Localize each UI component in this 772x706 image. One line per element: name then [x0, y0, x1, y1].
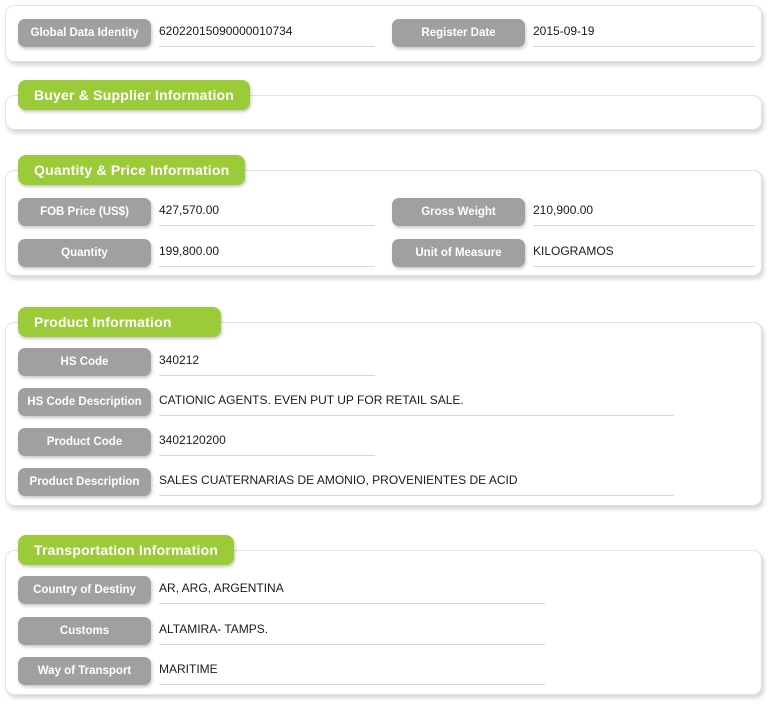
field-label-global-data-identity: Global Data Identity	[18, 19, 151, 47]
field-value-gross-weight[interactable]: 210,900.00	[533, 198, 755, 226]
trade-record-document: Global Data Identity 6202201509000001073…	[0, 0, 772, 706]
field-value-fob-price[interactable]: 427,570.00	[159, 198, 375, 226]
field-value-register-date[interactable]: 2015-09-19	[533, 19, 755, 47]
field-label-way-of-transport: Way of Transport	[18, 657, 151, 685]
field-label-product-description: Product Description	[18, 468, 151, 496]
field-label-customs: Customs	[18, 617, 151, 645]
field-value-customs[interactable]: ALTAMIRA- TAMPS.	[159, 617, 545, 645]
field-value-global-data-identity[interactable]: 62022015090000010734	[159, 19, 375, 47]
field-label-hs-code-description: HS Code Description	[18, 388, 151, 416]
section-title-transportation-information: Transportation Information	[18, 535, 235, 565]
field-value-hs-code-description[interactable]: CATIONIC AGENTS. EVEN PUT UP FOR RETAIL …	[159, 388, 674, 416]
field-label-quantity: Quantity	[18, 239, 151, 267]
section-title-product-information: Product Information	[18, 307, 221, 337]
field-label-fob-price: FOB Price (US$)	[18, 198, 151, 226]
field-value-country-of-destiny[interactable]: AR, ARG, ARGENTINA	[159, 576, 545, 604]
section-title-buyer-supplier: Buyer & Supplier Information	[18, 80, 251, 110]
field-value-hs-code[interactable]: 340212	[159, 348, 375, 376]
field-value-quantity[interactable]: 199,800.00	[159, 239, 375, 267]
field-label-register-date: Register Date	[392, 19, 525, 47]
field-label-product-code: Product Code	[18, 428, 151, 456]
panel-buyer-supplier: Buyer & Supplier Information	[5, 80, 762, 130]
panel-transportation-information: Transportation Information Country of De…	[5, 535, 762, 695]
field-label-country-of-destiny: Country of Destiny	[18, 576, 151, 604]
field-value-unit-of-measure[interactable]: KILOGRAMOS	[533, 239, 755, 267]
panel-identity: Global Data Identity 6202201509000001073…	[5, 5, 762, 62]
field-label-unit-of-measure: Unit of Measure	[392, 239, 525, 267]
panel-quantity-price: Quantity & Price Information FOB Price (…	[5, 155, 762, 276]
field-label-gross-weight: Gross Weight	[392, 198, 525, 226]
field-value-product-code[interactable]: 3402120200	[159, 428, 375, 456]
field-label-hs-code: HS Code	[18, 348, 151, 376]
section-title-quantity-price: Quantity & Price Information	[18, 155, 246, 185]
field-value-way-of-transport[interactable]: MARITIME	[159, 657, 545, 685]
panel-product-information: Product Information HS Code 340212 HS Co…	[5, 307, 762, 506]
field-value-product-description[interactable]: SALES CUATERNARIAS DE AMONIO, PROVENIENT…	[159, 468, 674, 496]
